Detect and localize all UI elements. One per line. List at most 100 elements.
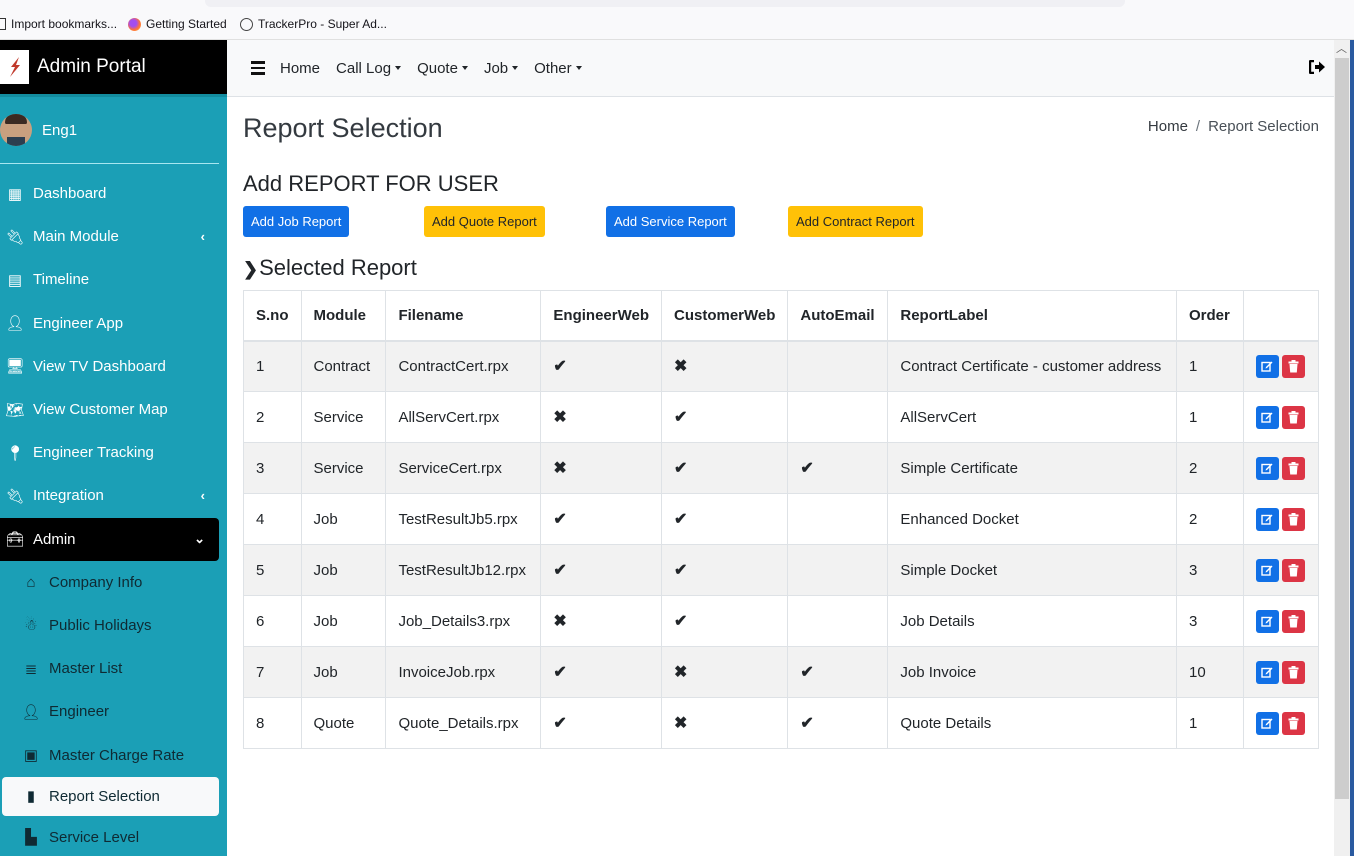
trash-icon [1288, 410, 1299, 423]
sidebar-item-view-tv-dashboard[interactable]: 🖥︎ View TV Dashboard [0, 345, 227, 388]
cell-filename: TestResultJb12.rpx [385, 544, 542, 596]
edit-button[interactable] [1255, 558, 1279, 582]
breadcrumb: Home / Report Selection [1148, 118, 1319, 135]
bookmark-import[interactable]: Import bookmarks... [0, 17, 117, 31]
table-row: 5 Job TestResultJb12.rpx ✔ ✔ Simple Dock… [243, 544, 1320, 596]
cell-sno: 6 [243, 595, 302, 647]
top-menu-quote[interactable]: Quote [417, 60, 468, 77]
scroll-up-icon[interactable]: ︿ [1336, 40, 1347, 56]
header-customer-web[interactable]: CustomerWeb [660, 290, 789, 342]
delete-button[interactable] [1281, 507, 1305, 531]
admin-submenu: ⌂ Company Info ☃ Public Holidays ≣ Maste… [0, 561, 227, 856]
cubes-icon: ▙ [25, 829, 37, 847]
header-report-label[interactable]: ReportLabel [887, 290, 1177, 342]
delete-button[interactable] [1281, 609, 1305, 633]
window-edge [1350, 40, 1354, 856]
edit-button[interactable] [1255, 507, 1279, 531]
sidebar-item-service-level[interactable]: ▙ Service Level [0, 816, 227, 856]
edit-button[interactable] [1255, 711, 1279, 735]
user-panel[interactable]: Eng1 [0, 97, 219, 164]
cell-report-label: Job Invoice [887, 646, 1177, 698]
cell-order: 2 [1176, 493, 1244, 545]
logout-icon[interactable] [1308, 59, 1326, 79]
sidebar-item-master-list[interactable]: ≣ Master List [0, 647, 227, 690]
header-actions [1242, 290, 1320, 342]
delete-button[interactable] [1281, 354, 1305, 378]
bookmark-trackerpro[interactable]: TrackerPro - Super Ad... [240, 17, 387, 31]
delete-button[interactable] [1281, 456, 1305, 480]
sidebar-item-company-info[interactable]: ⌂ Company Info [0, 561, 227, 604]
sidebar-item-engineer-tracking[interactable]: 📍︎ Engineer Tracking [0, 431, 227, 474]
header-sno[interactable]: S.no [243, 290, 302, 342]
sidebar-nav: ▦ Dashboard 🔌︎ Main Module ‹ ▤ Timeline … [0, 172, 227, 856]
header-engineer-web[interactable]: EngineerWeb [540, 290, 662, 342]
table-row: 7 Job InvoiceJob.rpx ✔ ✖ ✔ Job Invoice 1… [243, 646, 1320, 698]
top-menu-other[interactable]: Other [534, 60, 582, 77]
edit-button[interactable] [1255, 354, 1279, 378]
cell-auto-email [787, 595, 889, 647]
cell-auto-email: ✔ [787, 442, 889, 494]
add-job-report-button[interactable]: Add Job Report [243, 206, 350, 237]
grid-icon: ▦ [7, 185, 23, 203]
snowman-icon: ☃ [24, 617, 38, 635]
cell-engineer-web: ✖ [540, 442, 662, 494]
sidebar-item-engineer[interactable]: 👤︎ Engineer [0, 690, 227, 733]
top-menu-call-log[interactable]: Call Log [336, 60, 401, 77]
header-order[interactable]: Order [1176, 290, 1244, 342]
header-module[interactable]: Module [300, 290, 387, 342]
cell-report-label: Job Details [887, 595, 1177, 647]
header-auto-email[interactable]: AutoEmail [787, 290, 889, 342]
edit-button[interactable] [1255, 405, 1279, 429]
page-scrollbar[interactable]: ︿ [1334, 40, 1350, 856]
sidebar-item-report-selection[interactable]: ▮ Report Selection [2, 776, 219, 816]
sidebar-item-main-module[interactable]: 🔌︎ Main Module ‹ [0, 215, 227, 258]
sidebar-item-view-customer-map[interactable]: 🗺︎ View Customer Map [0, 388, 227, 431]
cell-auto-email [787, 340, 889, 392]
sidebar-item-admin[interactable]: 🧰︎ Admin ⌄ [0, 517, 219, 561]
edit-button[interactable] [1255, 609, 1279, 633]
delete-button[interactable] [1281, 711, 1305, 735]
edit-button[interactable] [1255, 660, 1279, 684]
delete-button[interactable] [1281, 660, 1305, 684]
sidebar-item-master-charge-rate[interactable]: ▣ Master Charge Rate [0, 733, 227, 776]
chevron-right-icon: ❯ [243, 259, 259, 279]
delete-button[interactable] [1281, 405, 1305, 429]
top-menu-job[interactable]: Job [484, 60, 518, 77]
plug-icon: 🔌︎ [5, 487, 25, 505]
scrollbar-thumb[interactable] [1335, 58, 1349, 799]
sidebar-item-engineer-app[interactable]: 👤︎ Engineer App [0, 302, 227, 345]
cell-sno: 4 [243, 493, 302, 545]
breadcrumb-home[interactable]: Home [1148, 118, 1188, 135]
edit-icon [1261, 565, 1273, 576]
sidebar-item-timeline[interactable]: ▤ Timeline [0, 258, 227, 301]
top-navbar: Home Call Log Quote Job Other [227, 40, 1334, 97]
sidebar-item-dashboard[interactable]: ▦ Dashboard [0, 172, 227, 215]
cell-sno: 5 [243, 544, 302, 596]
cell-auto-email [787, 493, 889, 545]
money-bill-icon: ▣ [23, 747, 39, 765]
delete-button[interactable] [1281, 558, 1305, 582]
selected-report-title[interactable]: ❯Selected Report [243, 255, 417, 281]
cell-report-label: Enhanced Docket [887, 493, 1177, 545]
cell-engineer-web: ✔ [540, 697, 662, 749]
header-filename[interactable]: Filename [385, 290, 542, 342]
add-quote-report-button[interactable]: Add Quote Report [424, 206, 545, 237]
top-menu-home[interactable]: Home [280, 60, 320, 77]
brand[interactable]: Admin Portal [0, 40, 227, 97]
add-service-report-button[interactable]: Add Service Report [606, 206, 735, 237]
cell-auto-email: ✔ [787, 646, 889, 698]
top-menu: Home Call Log Quote Job Other [280, 60, 582, 77]
cell-filename: ServiceCert.rpx [385, 442, 542, 494]
add-contract-report-button[interactable]: Add Contract Report [788, 206, 923, 237]
edit-button[interactable] [1255, 456, 1279, 480]
sidebar-item-integration[interactable]: 🔌︎ Integration ‹ [0, 474, 227, 517]
hamburger-menu-icon[interactable] [251, 61, 265, 75]
cell-filename: InvoiceJob.rpx [385, 646, 542, 698]
cell-report-label: Quote Details [887, 697, 1177, 749]
cell-order: 2 [1176, 442, 1244, 494]
edit-icon [1261, 514, 1273, 525]
user-cog-icon: 👤︎ [21, 703, 41, 721]
sidebar-item-public-holidays[interactable]: ☃ Public Holidays [0, 604, 227, 647]
bookmark-getting-started[interactable]: Getting Started [128, 17, 227, 31]
chevron-left-icon: ‹ [200, 488, 205, 504]
